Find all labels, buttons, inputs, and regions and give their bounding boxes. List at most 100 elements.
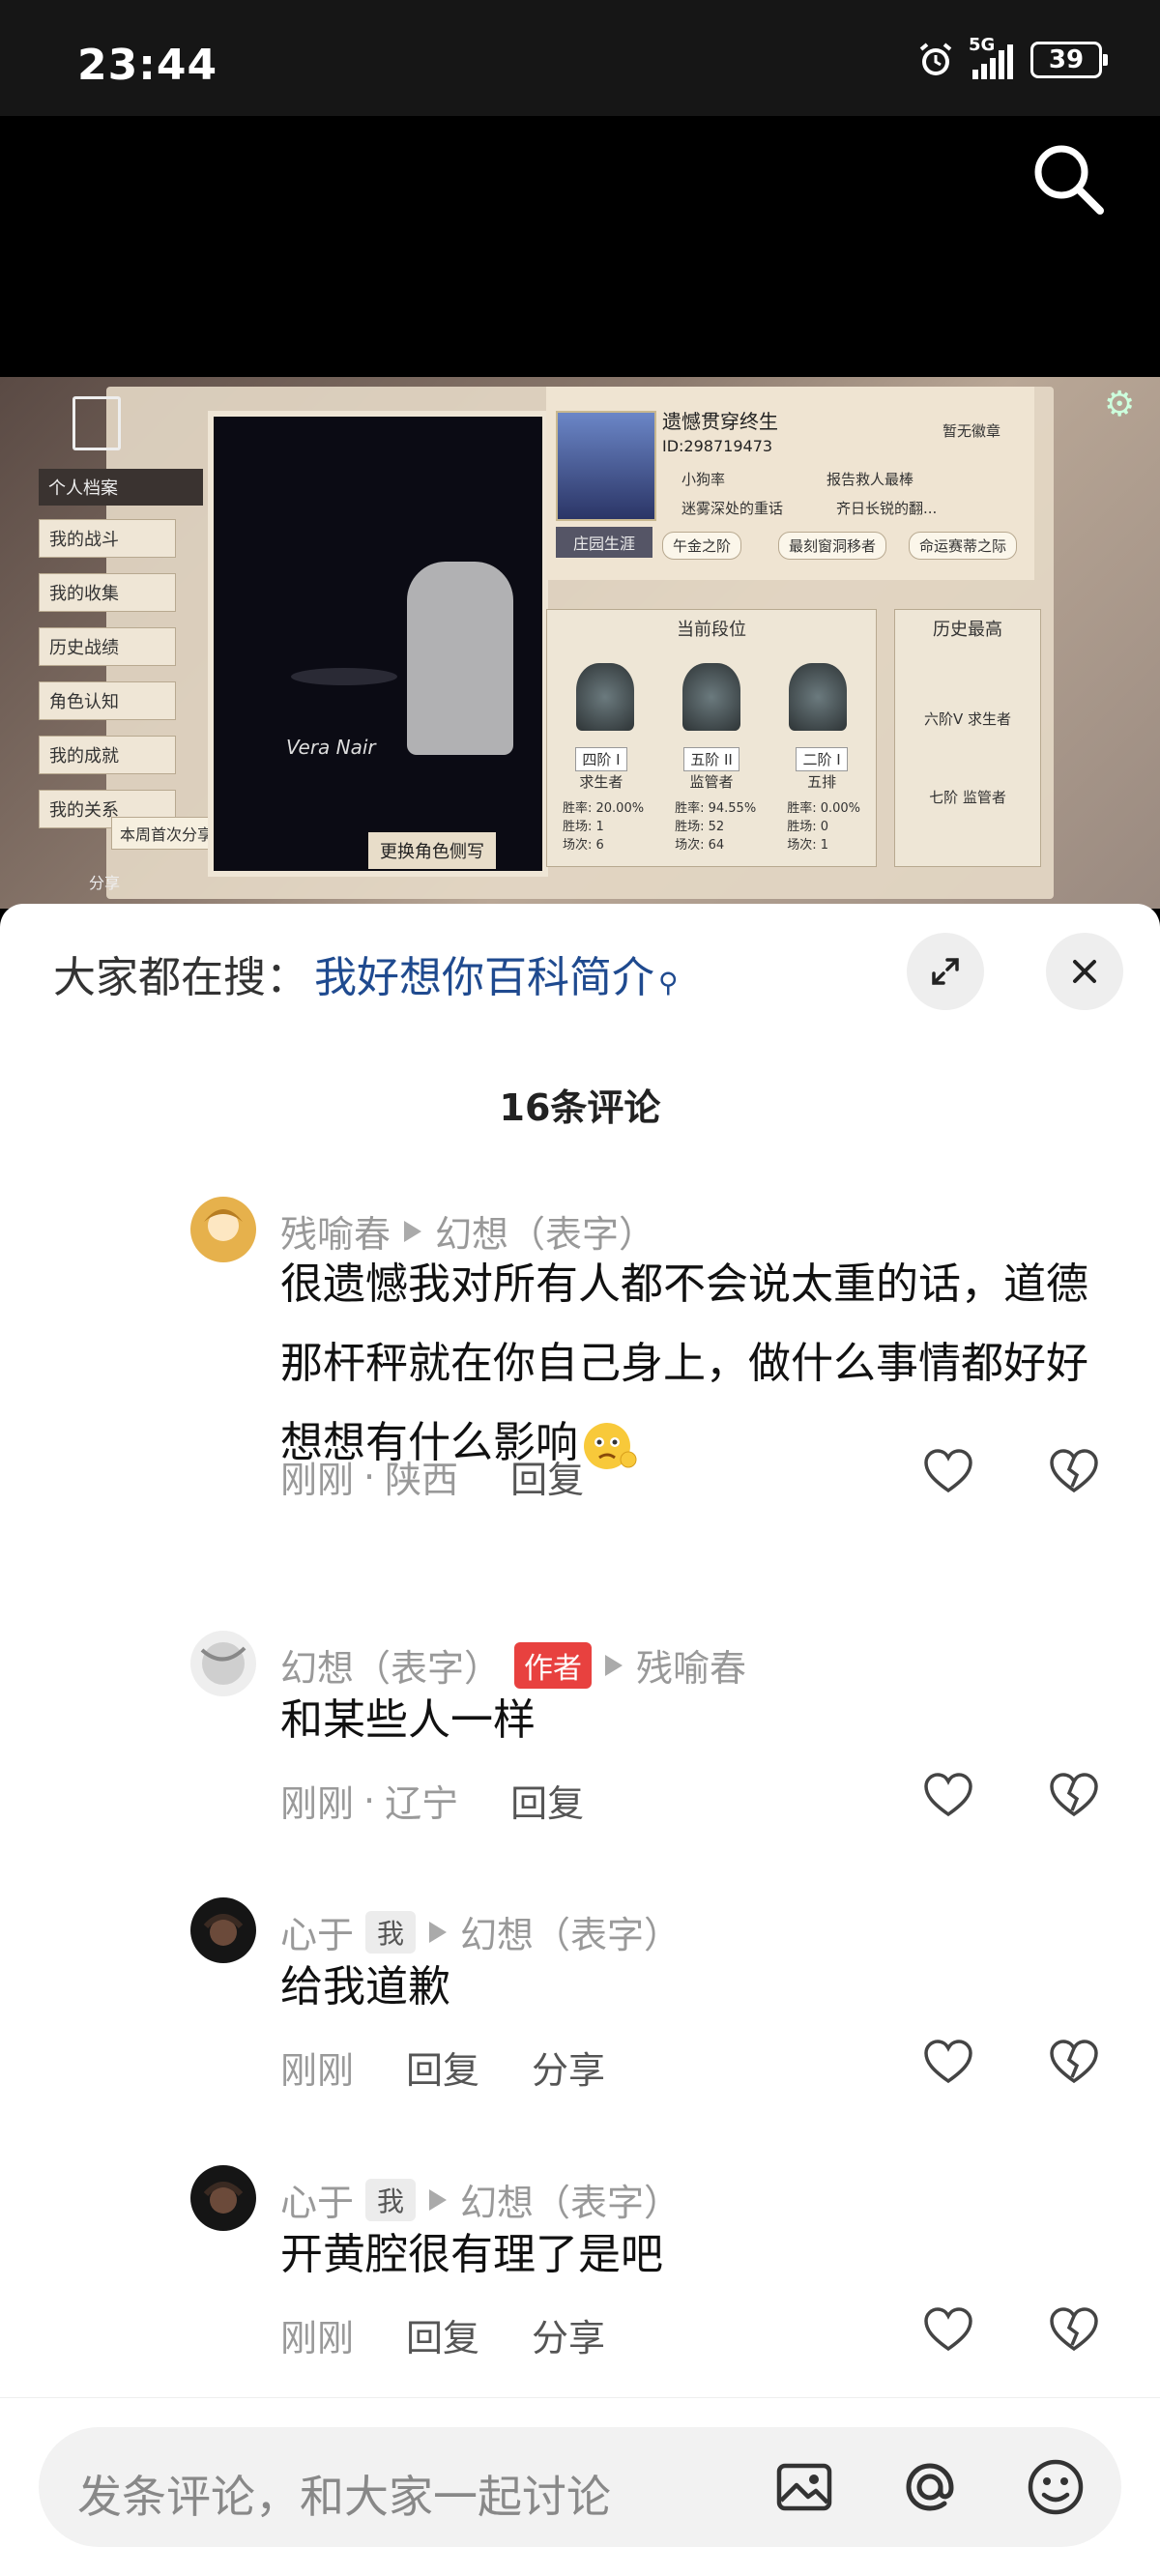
profile-line: 齐日长锐的翻...: [836, 500, 938, 517]
reply-arrow-icon: [404, 1220, 422, 1242]
search-icon[interactable]: [1025, 135, 1112, 222]
emoji-face-icon[interactable]: [1025, 2456, 1087, 2518]
rank-columns: 四阶 I 求生者 五阶 II 监管者 二阶 I 五排: [547, 747, 876, 792]
heart-icon[interactable]: [922, 2037, 974, 2089]
profile-pill: 命运赛蒂之际: [909, 532, 1018, 560]
rank-stat: 胜场: 52: [675, 820, 725, 834]
share-button[interactable]: 分享: [532, 2308, 605, 2361]
image-icon[interactable]: [773, 2456, 835, 2518]
profile-line: 暂无徽章: [942, 422, 1001, 440]
me-badge: 我: [365, 2178, 417, 2221]
player-name: 遗憾贯穿终生: [662, 410, 778, 433]
comment-location: 辽宁: [385, 1782, 459, 1825]
status-icons: 5G 39: [916, 35, 1108, 79]
game-menu-item: 角色认知: [39, 681, 176, 720]
game-menu-item: 我的收集: [39, 573, 176, 612]
rank-stat: 胜场: 0: [787, 820, 828, 834]
reply-button[interactable]: 回复: [510, 1450, 584, 1503]
heart-icon[interactable]: [922, 1770, 974, 1822]
avatar[interactable]: [190, 2165, 256, 2231]
heart-icon[interactable]: [922, 2304, 974, 2357]
search-small-icon: ⚲: [658, 967, 679, 999]
rank-stat-col: 胜率: 20.00% 胜场: 1 场次: 6: [563, 797, 644, 853]
avatar[interactable]: [190, 1631, 256, 1696]
comment-time: 刚刚: [280, 2049, 355, 2092]
exit-icon: [72, 396, 121, 450]
trending-search-prefix: 大家都在搜：: [53, 953, 308, 1002]
rank-level: 四阶 I: [575, 747, 627, 771]
profile-line: 报告救人最棒: [826, 471, 914, 488]
expand-button[interactable]: [907, 933, 984, 1010]
comment-meta: 刚刚 · 陕西 回复: [280, 1450, 584, 1503]
trending-search-term[interactable]: 我好想你百科简介: [314, 942, 654, 1004]
comment-meta: 刚刚 · 辽宁 回复: [280, 1774, 584, 1827]
reply-button[interactable]: 回复: [510, 1774, 584, 1827]
broken-heart-icon[interactable]: [1048, 1770, 1100, 1822]
comment-text[interactable]: 和某些人一样: [280, 1681, 1092, 1760]
expand-icon: [932, 958, 959, 985]
comment-time: 刚刚: [280, 1782, 355, 1825]
game-menu-title: 个人档案: [39, 469, 203, 506]
broken-heart-icon[interactable]: [1048, 1446, 1100, 1498]
comment-text[interactable]: 给我道歉: [280, 1948, 1092, 2027]
rank-title: 当前段位: [677, 620, 746, 640]
profile-pill: 最刻窗洞移者: [778, 532, 887, 560]
avatar[interactable]: [190, 1897, 256, 1963]
reply-button[interactable]: 回复: [406, 2041, 479, 2094]
meta-dot: ·: [363, 1779, 376, 1822]
reply-arrow-icon: [429, 2188, 448, 2211]
game-menu-item: 我的战斗: [39, 519, 176, 558]
reply-arrow-icon: [429, 1921, 448, 1943]
comment-time: 刚刚: [280, 1459, 355, 1501]
rank-stat: 胜率: 0.00%: [787, 801, 860, 816]
broken-heart-icon[interactable]: [1048, 2037, 1100, 2089]
comment-sheet: 大家都在搜： 我好想你百科简介 ⚲ 16条评论 残喻春 幻想（表字） 很遗憾我对…: [0, 904, 1160, 2575]
broken-heart-icon[interactable]: [1048, 2304, 1100, 2357]
rank-stat: 胜场: 1: [563, 820, 604, 834]
comment-count: 16条评论: [499, 1086, 661, 1129]
share-button[interactable]: 分享: [532, 2041, 605, 2094]
at-icon[interactable]: [899, 2456, 961, 2518]
game-menu-item: 我的成就: [39, 736, 176, 774]
reply-button[interactable]: 回复: [406, 2308, 479, 2361]
signal-icon: 5G: [969, 35, 1013, 79]
rank-stat: 场次: 6: [563, 838, 604, 853]
game-share-tag: 本周首次分享: [111, 817, 222, 850]
rank-stat: 场次: 64: [675, 838, 725, 853]
comment-meta: 刚刚 回复 分享: [280, 2308, 605, 2361]
profile-line: 迷雾深处的重话: [682, 500, 784, 517]
heart-icon[interactable]: [922, 1446, 974, 1498]
player-avatar: [556, 411, 656, 521]
network-type: 5G: [969, 35, 996, 55]
video-top-area[interactable]: [0, 116, 1160, 377]
avatar[interactable]: [190, 1197, 256, 1262]
comment-input-placeholder[interactable]: 发条评论，和大家一起讨论: [77, 2462, 611, 2526]
scene-signature: Vera Nair: [286, 736, 376, 759]
trending-search[interactable]: 大家都在搜： 我好想你百科简介 ⚲: [53, 942, 679, 1004]
comment-text[interactable]: 开黄腔很有理了是吧: [280, 2215, 1092, 2295]
rank-role: 求生者: [579, 773, 624, 791]
me-badge: 我: [365, 1910, 417, 1954]
close-button[interactable]: [1046, 933, 1123, 1010]
reply-arrow-icon: [605, 1654, 624, 1676]
comment-input[interactable]: 发条评论，和大家一起讨论: [39, 2427, 1121, 2547]
game-menu-item: 历史战绩: [39, 627, 176, 666]
rank-statue: [576, 663, 634, 731]
rank-col: 五阶 II 监管者: [683, 747, 740, 792]
video-frame[interactable]: 个人档案 我的战斗 我的收集 历史战绩 角色认知 我的成就 我的关系 本周首次分…: [0, 377, 1160, 909]
rank-stat: 场次: 1: [787, 838, 828, 853]
game-current-rank: 当前段位 四阶 I 求生者 五阶 II 监管者 二阶 I 五排 胜率: 20.0…: [546, 609, 877, 867]
comment-time: 刚刚: [280, 2317, 355, 2359]
status-bar: 23:44 5G 39: [0, 0, 1160, 116]
battery-icon: 39: [1030, 42, 1108, 78]
chair-illustration: [407, 562, 513, 755]
close-icon: [1073, 960, 1096, 983]
rank-statue: [682, 663, 740, 731]
game-character-scene: Vera Nair 更换角色侧写: [208, 411, 548, 877]
rank-statue: [789, 663, 847, 731]
battery-level: 39: [1048, 45, 1085, 74]
table-illustration: [291, 668, 397, 685]
rank-role: 五排: [807, 773, 837, 791]
profile-line: 小狗率: [682, 471, 726, 488]
comment-input-bar: 发条评论，和大家一起讨论: [0, 2397, 1160, 2576]
